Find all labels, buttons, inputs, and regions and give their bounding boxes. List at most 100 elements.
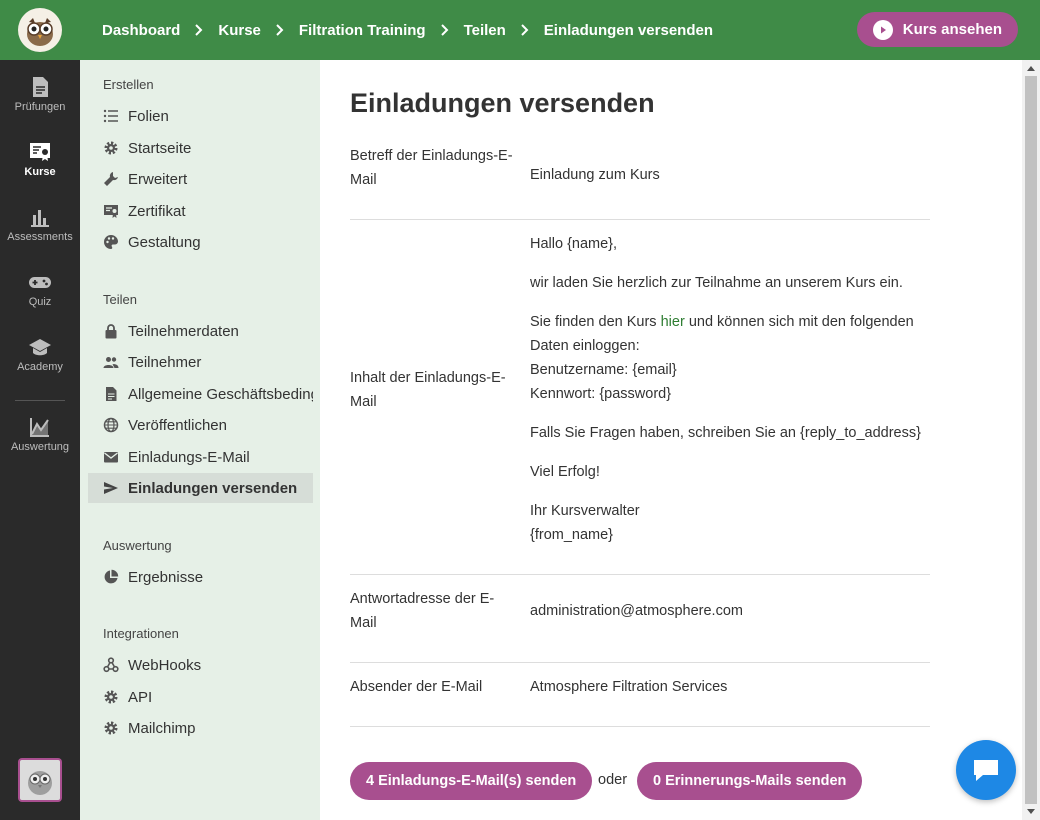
scrollbar[interactable] xyxy=(1022,60,1040,820)
breadcrumb-kurse[interactable]: Kurse xyxy=(218,22,261,39)
sidebar-item-label: Folien xyxy=(128,107,169,125)
sidebar-item-agb[interactable]: Allgemeine Geschäftsbedingungen xyxy=(88,379,313,409)
document-icon xyxy=(33,77,48,97)
breadcrumb-current: Einladungen versenden xyxy=(543,21,714,39)
view-course-label: Kurs ansehen xyxy=(902,21,1002,38)
sidebar-item-api[interactable]: API xyxy=(88,682,313,712)
sidebar-item-einladungs-email[interactable]: Einladungs-E-Mail xyxy=(88,442,313,472)
sidebar-item-label: Mailchimp xyxy=(128,719,196,737)
subject-label: Betreff der Einladungs-E-Mail xyxy=(350,148,513,188)
certificate-icon xyxy=(30,143,50,161)
sidebar-item-veroeffentlichen[interactable]: Veröffentlichen xyxy=(88,410,313,440)
body-sign: Ihr Kursverwalter xyxy=(530,503,640,519)
list-icon xyxy=(103,109,118,123)
form-row-reply-to: Antwortadresse der E-Mail administration… xyxy=(350,575,930,663)
sidebar-item-teilnehmer[interactable]: Teilnehmer xyxy=(88,347,313,377)
globe-icon xyxy=(103,417,119,433)
rail-item-academy[interactable]: Academy xyxy=(0,336,80,373)
sidebar-item-teilnehmerdaten[interactable]: Teilnehmerdaten xyxy=(88,316,313,346)
form-row-body: Inhalt der Einladungs-E-Mail Hallo {name… xyxy=(350,220,930,575)
chevron-right-icon xyxy=(276,24,284,36)
or-text: oder xyxy=(598,772,628,788)
sidebar-item-label: Einladungs-E-Mail xyxy=(128,448,250,466)
sidebar-item-zertifikat[interactable]: Zertifikat xyxy=(88,196,313,226)
rail-item-quiz[interactable]: Quiz xyxy=(0,271,80,308)
user-avatar[interactable] xyxy=(18,758,62,802)
sidebar-item-label: Einladungen versenden xyxy=(128,479,298,497)
logo[interactable] xyxy=(0,0,80,60)
body-signature: Ihr Kursverwalter {from_name} xyxy=(530,499,930,547)
sidebar-item-erweitert[interactable]: Erweitert xyxy=(88,164,313,194)
body-from: {from_name} xyxy=(530,527,614,543)
sidebar-item-label: WebHooks xyxy=(128,656,202,674)
course-sidebar: Erstellen Folien Startseite Erweitert Ze… xyxy=(80,60,320,820)
send-icon xyxy=(104,482,118,494)
sidebar-item-gestaltung[interactable]: Gestaltung xyxy=(88,227,313,257)
chat-button[interactable] xyxy=(956,740,1016,800)
rail-label: Prüfungen xyxy=(14,101,66,113)
rail-item-assessments[interactable]: Assessments xyxy=(0,206,80,243)
sidebar-item-label: Gestaltung xyxy=(128,233,201,251)
sender-value: Atmosphere Filtration Services xyxy=(530,679,728,695)
reply-to-label: Antwortadresse der E-Mail xyxy=(350,591,495,631)
scroll-down-icon[interactable] xyxy=(1027,809,1035,814)
rail-label: Kurse xyxy=(24,166,56,178)
rail-divider xyxy=(15,400,65,401)
gear-icon xyxy=(104,141,118,155)
subject-value: Einladung zum Kurs xyxy=(530,167,660,183)
sidebar-item-label: API xyxy=(128,688,153,706)
rail-label: Assessments xyxy=(7,231,73,243)
sidebar-item-einladungen-versenden[interactable]: Einladungen versenden xyxy=(88,473,313,503)
send-reminders-button[interactable]: 0 Erinnerungs-Mails senden xyxy=(637,762,863,800)
sidebar-item-ergebnisse[interactable]: Ergebnisse xyxy=(88,562,313,592)
sidebar-item-label: Allgemeine Geschäftsbedingungen xyxy=(128,385,313,403)
send-invitations-button[interactable]: 4 Einladungs-E-Mail(s) senden xyxy=(350,762,593,800)
form-row-sender: Absender der E-Mail Atmosphere Filtratio… xyxy=(350,663,930,727)
rail-label: Auswertung xyxy=(10,441,70,453)
section-integrationen: Integrationen xyxy=(103,626,179,641)
sidebar-item-label: Startseite xyxy=(128,139,192,157)
email-body-text: Hallo {name}, wir laden Sie herzlich zur… xyxy=(530,232,930,547)
sidebar-item-label: Zertifikat xyxy=(128,202,186,220)
wrench-icon xyxy=(104,172,118,186)
body-find-pre: Sie finden den Kurs xyxy=(530,314,657,330)
rail-label: Academy xyxy=(17,361,63,373)
webhook-icon xyxy=(103,657,119,673)
rail-item-kurse[interactable]: Kurse xyxy=(0,141,80,178)
sidebar-item-webhooks[interactable]: WebHooks xyxy=(88,650,313,680)
body-label: Inhalt der Einladungs-E-Mail xyxy=(350,370,506,410)
sidebar-item-folien[interactable]: Folien xyxy=(88,101,313,131)
body-username: Benutzername: {email} xyxy=(530,362,677,378)
main-content: Einladungen versenden Betreff der Einlad… xyxy=(320,60,1022,820)
scroll-up-icon[interactable] xyxy=(1027,66,1035,71)
chat-bubble-icon xyxy=(974,760,998,781)
rail-item-pruefungen[interactable]: Prüfungen xyxy=(0,76,80,113)
certificate-icon xyxy=(104,205,118,218)
scroll-thumb[interactable] xyxy=(1025,76,1037,804)
lock-icon xyxy=(105,324,117,339)
owl-avatar-icon xyxy=(20,760,60,800)
body-questions: Falls Sie Fragen haben, schreiben Sie an… xyxy=(530,425,921,441)
breadcrumb-teilen[interactable]: Teilen xyxy=(464,22,506,39)
chevron-right-icon xyxy=(521,24,529,36)
main-nav-rail: Prüfungen Kurse Assessments Quiz Academy… xyxy=(0,60,80,820)
breadcrumb-course[interactable]: Filtration Training xyxy=(299,22,426,39)
sidebar-item-mailchimp[interactable]: Mailchimp xyxy=(88,713,313,743)
play-icon xyxy=(872,19,893,40)
sidebar-item-startseite[interactable]: Startseite xyxy=(88,133,313,163)
body-password: Kennwort: {password} xyxy=(530,386,672,402)
palette-icon xyxy=(104,235,118,249)
view-course-button[interactable]: Kurs ansehen xyxy=(856,12,1018,47)
course-link[interactable]: hier xyxy=(661,314,685,330)
reply-to-value: administration@atmosphere.com xyxy=(530,603,743,619)
file-icon xyxy=(106,387,117,401)
sidebar-item-label: Ergebnisse xyxy=(128,568,204,586)
breadcrumb: Dashboard Kurse Filtration Training Teil… xyxy=(102,0,713,60)
section-teilen: Teilen xyxy=(103,292,137,307)
sidebar-item-label: Veröffentlichen xyxy=(128,416,227,434)
form-row-subject: Betreff der Einladungs-E-Mail Einladung … xyxy=(350,140,930,220)
breadcrumb-dashboard[interactable]: Dashboard xyxy=(102,22,180,39)
body-invite: wir laden Sie herzlich zur Teilnahme an … xyxy=(530,275,903,291)
rail-item-auswertung[interactable]: Auswertung xyxy=(0,416,80,453)
sidebar-item-label: Teilnehmer xyxy=(128,353,202,371)
